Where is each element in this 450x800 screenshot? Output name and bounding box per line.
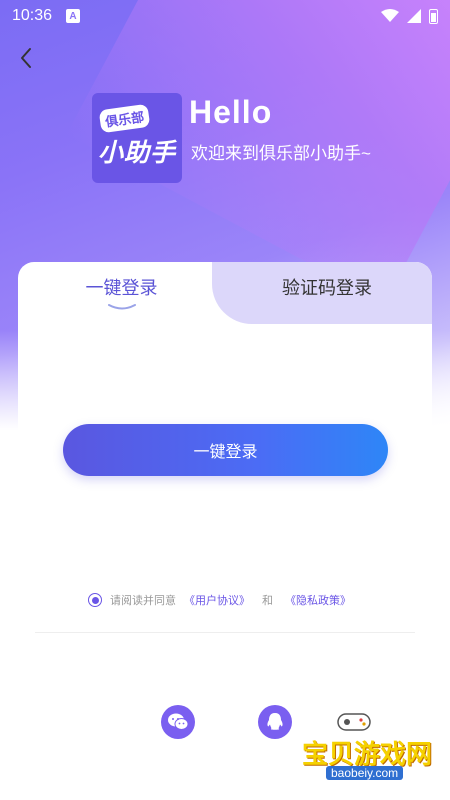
watermark-url: baobeiy.com [326, 766, 404, 780]
agreement-prefix: 请阅读并同意 [110, 595, 176, 607]
logo-main-text: 小助手 [98, 139, 177, 167]
wifi-icon [381, 9, 399, 22]
tab-sms-login[interactable]: 验证码登录 [222, 262, 432, 312]
divider [35, 632, 415, 633]
welcome-text: 欢迎来到俱乐部小助手~ [191, 144, 371, 163]
wechat-login-button[interactable] [161, 705, 195, 739]
status-icons [381, 8, 438, 24]
status-bar: 10:36 A [0, 0, 450, 32]
agree-radio-dot [91, 596, 99, 604]
agreement-and: 和 [262, 595, 273, 607]
notification-a-icon: A [66, 9, 81, 23]
gamepad-icon [337, 713, 371, 731]
site-watermark: 宝贝游戏网 baobeiy.com [302, 706, 442, 786]
logo-tag: 俱乐部 [98, 103, 151, 134]
qq-icon [267, 713, 283, 730]
app-logo: 俱乐部 小助手 [92, 93, 182, 183]
agree-radio[interactable] [88, 593, 102, 607]
status-time: 10:36 [12, 7, 53, 24]
hello-title: Hello [189, 94, 273, 130]
privacy-policy-link[interactable]: 《隐私政策》 [285, 592, 351, 608]
signal-icon [407, 9, 421, 23]
chevron-left-icon [21, 48, 31, 68]
qq-login-button[interactable] [258, 705, 292, 739]
onekey-login-button[interactable]: 一键登录 [63, 424, 388, 476]
battery-icon [429, 8, 438, 24]
tab-active-indicator [108, 304, 136, 310]
back-button[interactable] [14, 44, 38, 72]
wechat-icon [168, 713, 189, 730]
user-agreement-link[interactable]: 《用户协议》 [184, 592, 250, 608]
agreement-row: 请阅读并同意 《用户协议》 和 《隐私政策》 [88, 592, 351, 608]
